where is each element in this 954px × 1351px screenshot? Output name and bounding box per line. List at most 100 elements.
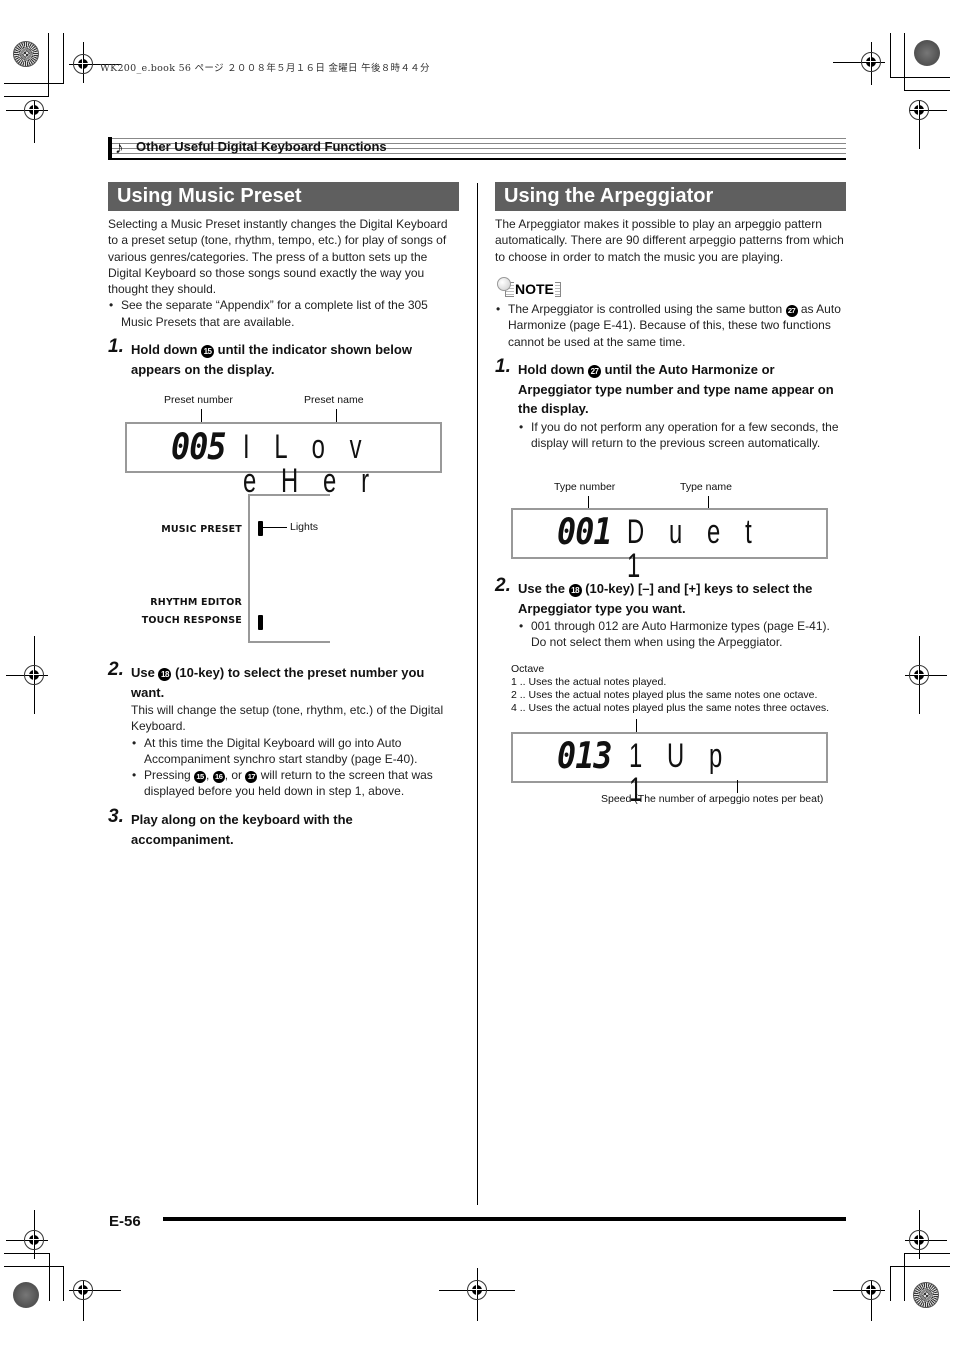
intro-bullet: See the separate “Appendix” for a comple… <box>108 297 460 330</box>
crop-mark <box>4 1253 50 1254</box>
indicator-light-touch-response <box>258 615 263 630</box>
arpeggiator-step-2: 2. Use the 18 (10-key) [–] and [+] keys … <box>495 575 847 618</box>
lcd-arpeggio-number: 013 <box>557 736 612 777</box>
chapter-header: ♪ Other Useful Digital Keyboard Function… <box>108 137 846 160</box>
chapter-bar <box>108 137 112 159</box>
button-27-icon: 27 <box>785 305 798 317</box>
callout-line <box>636 719 637 733</box>
music-preset-step-3: 3. Play along on the keyboard with the a… <box>108 806 408 849</box>
step-text: (10-key) to select the preset number you… <box>131 665 425 700</box>
step-bullet: At this time the Digital Keyboard will g… <box>131 735 461 768</box>
octave-item: 1 .. Uses the actual notes played. <box>511 676 667 688</box>
music-preset-step-2: 2. Use 18 (10-key) to select the preset … <box>108 659 460 702</box>
step-text: Use the <box>518 581 569 596</box>
lcd-type-name: D u e t 1 <box>627 513 761 585</box>
step-number: 2. <box>495 575 511 596</box>
crop-mark <box>63 1266 64 1301</box>
octave-legend: Octave 1 .. Uses the actual notes played… <box>511 663 829 715</box>
intro-text: Selecting a Music Preset instantly chang… <box>108 217 448 297</box>
arpeggiator-intro: The Arpeggiator makes it possible to pla… <box>495 217 844 264</box>
indicator-rhythm-editor: RHYTHM EDITOR <box>150 597 242 608</box>
step-bullet: Pressing 15, 16, or 17 will return to th… <box>131 767 461 800</box>
arpeggiator-step-2-bullet: 001 through 012 are Auto Harmonize types… <box>518 618 848 651</box>
crop-mark <box>4 96 49 97</box>
octave-item: 2 .. Uses the actual notes played plus t… <box>511 689 818 701</box>
button-18-icon: 18 <box>158 668 172 681</box>
color-registration-disc <box>13 1282 39 1308</box>
indicator-touch-response: TOUCH RESPONSE <box>141 615 242 626</box>
color-registration-disc <box>13 41 39 67</box>
step-text: Hold down <box>131 342 202 357</box>
step-number: 1. <box>108 336 124 357</box>
music-note-icon: ♪ <box>115 138 124 157</box>
indicator-light-music-preset <box>258 521 263 536</box>
bullet-text: , or <box>224 768 246 783</box>
octave-item: 4 .. Uses the actual notes played plus t… <box>511 702 830 714</box>
button-27-icon: 27 <box>588 365 602 378</box>
crop-mark <box>890 77 950 78</box>
lcd-preset-name: I L o v e H e r <box>243 428 379 500</box>
button-15-icon: 15 <box>201 345 215 358</box>
color-registration-disc <box>913 1282 939 1308</box>
callout-line <box>201 409 202 423</box>
indicator-music-preset: MUSIC PRESET <box>161 524 242 535</box>
music-preset-intro: Selecting a Music Preset instantly chang… <box>108 216 460 330</box>
arpeggiator-step-1: 1. Hold down 27 until the Auto Harmonize… <box>495 356 847 419</box>
callout-line <box>336 409 337 423</box>
lcd-display-preset: 005 I L o v e H e r <box>125 422 442 498</box>
crop-mark <box>4 83 64 84</box>
note-label: NOTE <box>514 281 555 297</box>
octave-title: Octave <box>511 663 545 675</box>
lcd-display-arpeggio: 013 1 U p 1 <box>511 732 828 807</box>
note-text: The Arpeggiator is controlled using the … <box>508 302 786 316</box>
crop-mark <box>904 1253 950 1254</box>
button-15-icon: 15 <box>194 771 207 784</box>
type-name-label: Type name <box>680 481 732 493</box>
step-number: 1. <box>495 356 511 377</box>
lcd-type-number: 001 <box>557 512 612 553</box>
lcd-preset-number: 005 <box>171 427 226 468</box>
crop-mark <box>904 90 950 91</box>
step-text: Use <box>131 665 159 680</box>
print-stamp: WK200_e.book 56 ページ ２００８年５月１６日 金曜日 午後８時４… <box>100 63 430 74</box>
color-registration-disc <box>914 40 940 66</box>
callout-line <box>737 780 738 793</box>
lights-label: Lights <box>290 521 319 533</box>
music-preset-step-1: 1. Hold down 15 until the indicator show… <box>108 336 460 379</box>
step-number: 2. <box>108 659 124 680</box>
crop-mark <box>49 1253 50 1301</box>
button-17-icon: 17 <box>245 771 258 784</box>
crop-mark <box>63 33 64 84</box>
callout-line <box>263 527 287 528</box>
footer-rule <box>163 1217 846 1221</box>
speed-label: Speed (The number of arpeggio notes per … <box>601 793 824 805</box>
crop-mark <box>904 1253 905 1301</box>
step-text: Play along on the keyboard with the acco… <box>131 812 353 847</box>
crop-mark <box>904 33 905 91</box>
section-title-arpeggiator: Using the Arpeggiator <box>495 182 846 211</box>
button-18-icon: 18 <box>568 584 582 597</box>
crop-mark <box>890 33 891 78</box>
step-text: Hold down <box>518 362 589 377</box>
crop-mark <box>4 1266 64 1267</box>
step-number: 3. <box>108 806 124 827</box>
button-16-icon: 16 <box>212 771 225 784</box>
music-preset-step-2-body: This will change the setup (tone, rhythm… <box>131 702 461 800</box>
magnifier-icon <box>497 277 511 291</box>
preset-name-label: Preset name <box>304 394 364 406</box>
page-number: E-56 <box>109 1213 141 1230</box>
lcd-display-type: 001 D u e t 1 <box>511 508 828 583</box>
bullet-text: , <box>206 768 213 783</box>
column-divider <box>477 183 478 1205</box>
crop-mark <box>890 1266 891 1301</box>
chapter-title: Other Useful Digital Keyboard Functions <box>136 139 387 154</box>
crop-mark <box>890 1266 950 1267</box>
crop-mark <box>48 33 49 97</box>
bullet-text: Pressing <box>144 768 195 783</box>
preset-number-label: Preset number <box>164 394 233 406</box>
arpeggiator-note: The Arpeggiator is controlled using the … <box>495 301 845 350</box>
step-body-text: This will change the setup (tone, rhythm… <box>131 703 444 734</box>
note-badge: NOTE <box>497 277 563 299</box>
section-title-music-preset: Using Music Preset <box>108 182 459 211</box>
arpeggiator-step-1-bullet: If you do not perform any operation for … <box>518 419 848 452</box>
